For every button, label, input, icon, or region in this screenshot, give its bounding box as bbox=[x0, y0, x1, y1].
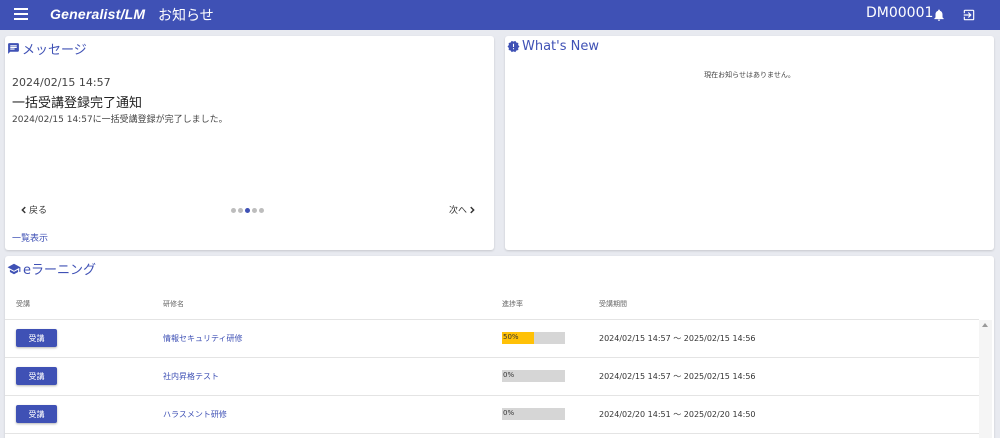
scroll-up-arrow-icon[interactable] bbox=[982, 323, 988, 327]
chevron-right-icon bbox=[470, 206, 475, 213]
view-all-link[interactable]: 一覧表示 bbox=[12, 231, 48, 244]
course-period: 2024/02/15 14:57 ～ 2025/02/15 14:56 bbox=[599, 334, 756, 343]
progress-bar: 0% bbox=[502, 370, 565, 382]
pagination-dots bbox=[231, 208, 266, 213]
next-label: 次へ bbox=[449, 206, 468, 216]
message-body: 2024/02/15 14:57に一括受講登録が完了しました。 bbox=[12, 115, 228, 125]
row-divider bbox=[5, 395, 979, 396]
column-header-period[interactable]: 受講期間 bbox=[599, 299, 627, 309]
progress-label: 0% bbox=[503, 371, 515, 379]
course-period: 2024/02/20 14:51 ～ 2025/02/20 14:50 bbox=[599, 410, 756, 419]
attend-button[interactable]: 受講 bbox=[16, 329, 57, 347]
course-name-link[interactable]: 情報セキュリティ研修 bbox=[163, 333, 243, 344]
table-scrollbar[interactable] bbox=[979, 320, 992, 438]
message-card-title: メッセージ bbox=[22, 43, 87, 58]
whats-new-card: What's New 現在お知らせはありません。 bbox=[505, 36, 994, 250]
menu-icon[interactable] bbox=[14, 8, 28, 21]
whats-new-title: What's New bbox=[522, 39, 599, 54]
user-id[interactable]: DM00001 bbox=[866, 5, 933, 21]
message-date: 2024/02/15 14:57 bbox=[12, 76, 111, 89]
course-period: 2024/02/15 14:57 ～ 2025/02/15 14:56 bbox=[599, 372, 756, 381]
prev-label: 戻る bbox=[29, 206, 48, 216]
progress-label: 0% bbox=[503, 409, 515, 417]
message-card-header: メッセージ bbox=[7, 39, 87, 58]
course-name-link[interactable]: 社内昇格テスト bbox=[163, 371, 219, 382]
page-title: お知らせ bbox=[158, 8, 214, 24]
progress-label: 50% bbox=[503, 333, 519, 341]
app-header: Generalist/LM お知らせ DM00001 bbox=[0, 0, 1000, 30]
bell-icon[interactable] bbox=[932, 8, 946, 22]
pagination-dot[interactable] bbox=[259, 208, 264, 213]
column-header-progress[interactable]: 進捗率 bbox=[502, 299, 523, 309]
next-button[interactable]: 次へ bbox=[449, 203, 477, 216]
message-icon bbox=[8, 43, 19, 54]
column-header-course-name[interactable]: 研修名 bbox=[163, 299, 184, 309]
progress-bar: 0% bbox=[502, 408, 565, 420]
elearning-header: eラーニング bbox=[7, 259, 96, 278]
message-card: メッセージ 2024/02/15 14:57 一括受講登録完了通知 2024/0… bbox=[5, 36, 494, 250]
progress-bar: 50% bbox=[502, 332, 565, 344]
attend-button[interactable]: 受講 bbox=[16, 405, 57, 423]
logout-icon[interactable] bbox=[962, 8, 976, 22]
column-header-attend: 受講 bbox=[16, 300, 30, 308]
alert-icon bbox=[507, 40, 520, 53]
elearning-title: eラーニング bbox=[23, 263, 96, 278]
row-divider bbox=[5, 433, 979, 434]
header-divider bbox=[5, 319, 979, 320]
row-divider bbox=[5, 357, 979, 358]
prev-button[interactable]: 戻る bbox=[19, 203, 47, 216]
graduation-cap-icon bbox=[7, 263, 21, 274]
course-name-link[interactable]: ハラスメント研修 bbox=[163, 409, 227, 420]
no-news-text: 現在お知らせはありません。 bbox=[704, 71, 795, 79]
pagination-dot[interactable] bbox=[231, 208, 236, 213]
pagination-dot[interactable] bbox=[238, 208, 243, 213]
pagination-dot[interactable] bbox=[252, 208, 257, 213]
attend-button[interactable]: 受講 bbox=[16, 367, 57, 385]
pagination-dot-active[interactable] bbox=[245, 208, 250, 213]
elearning-card: eラーニング 受講 研修名 進捗率 受講期間 受講 情報セキュリティ研修 50%… bbox=[5, 256, 994, 438]
chevron-left-icon bbox=[21, 206, 26, 213]
message-subject: 一括受講登録完了通知 bbox=[12, 96, 143, 111]
brand-logo[interactable]: Generalist/LM bbox=[50, 6, 145, 22]
whats-new-header: What's New bbox=[507, 39, 599, 54]
